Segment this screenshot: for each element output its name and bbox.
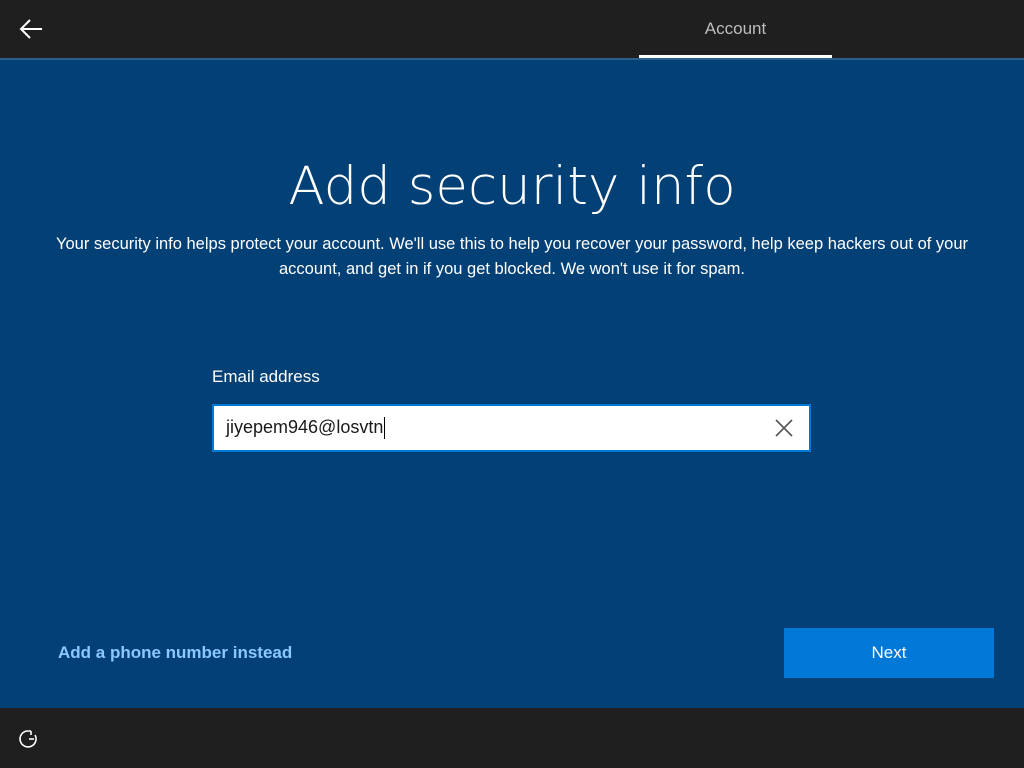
back-arrow-icon (19, 19, 42, 39)
next-button-label: Next (871, 643, 907, 662)
back-button[interactable] (14, 12, 48, 46)
ease-of-access-button[interactable] (18, 728, 40, 750)
top-bar: Account (0, 0, 1024, 58)
close-icon (775, 419, 793, 437)
email-field-value: jiyepem946@losvtn (226, 416, 386, 440)
divider (0, 58, 1024, 60)
email-text: jiyepem946@losvtn (226, 416, 384, 437)
ease-of-access-icon (19, 730, 37, 748)
tab-account-label: Account (704, 19, 767, 38)
bottom-bar (0, 708, 1024, 768)
add-phone-link[interactable]: Add a phone number instead (58, 643, 292, 663)
page-description: Your security info helps protect your ac… (55, 235, 969, 278)
main-panel: Add security info Your security info hel… (0, 58, 1024, 708)
clear-button[interactable] (771, 415, 797, 441)
email-field[interactable]: jiyepem946@losvtn (212, 404, 811, 452)
page-title: Add security info (288, 156, 736, 217)
next-button[interactable]: Next (784, 628, 994, 678)
tab-account[interactable]: Account (639, 0, 832, 58)
text-caret (384, 417, 386, 440)
email-field-label: Email address (212, 367, 320, 386)
